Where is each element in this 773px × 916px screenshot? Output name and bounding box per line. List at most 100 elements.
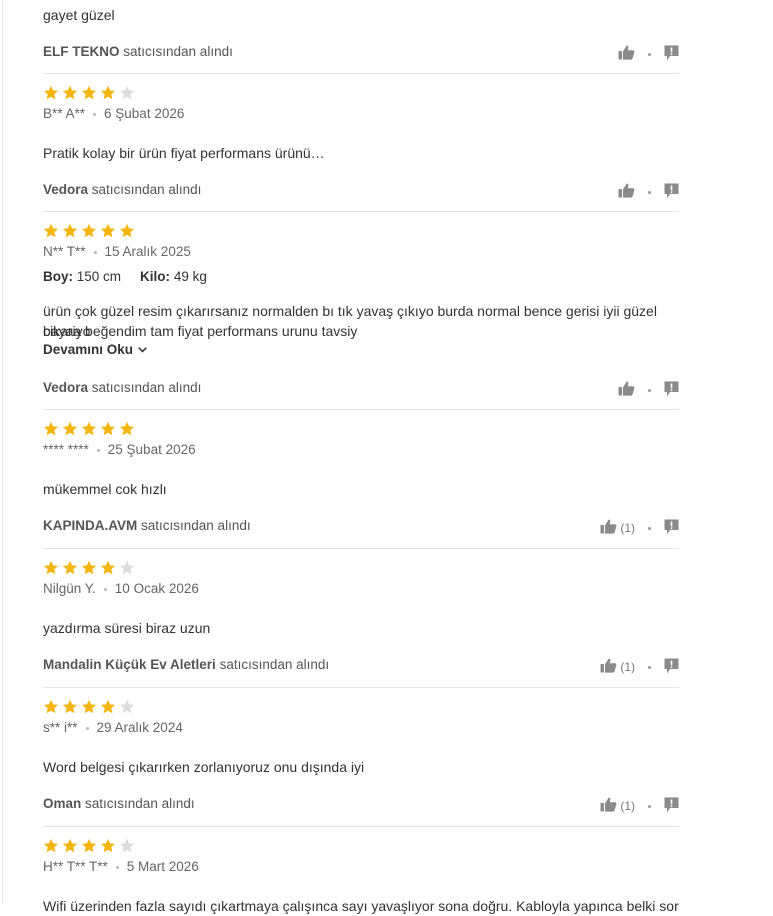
review-comment: Word belgesi çıkarırken zorlanıyoruz onu… (43, 759, 365, 775)
review-date: 29 Aralık 2024 (96, 720, 183, 735)
separator-dot (648, 804, 651, 808)
star-filled-icon (62, 85, 78, 100)
star-filled-icon (43, 560, 59, 575)
star-filled-icon (62, 560, 78, 575)
like-button[interactable]: (1) (600, 797, 635, 815)
separator-dot (648, 52, 651, 56)
seller-suffix: satıcısından alındı (123, 44, 233, 59)
star-filled-icon (81, 838, 97, 853)
star-filled-icon (100, 85, 116, 100)
weight-label: Kilo: (140, 269, 171, 284)
star-filled-icon (81, 699, 97, 714)
review-comment: yazdırma süresi biraz uzun (43, 620, 211, 636)
like-count: (1) (620, 521, 635, 535)
star-filled-icon (100, 421, 116, 436)
author-name: B** A** (43, 106, 86, 121)
review-date: 10 Ocak 2026 (114, 581, 199, 596)
like-count: (1) (620, 799, 635, 813)
divider (43, 826, 679, 827)
review-actions (618, 182, 679, 202)
review-actions: (1) (600, 796, 679, 816)
star-filled-icon (81, 223, 97, 238)
seller-name[interactable]: Vedora (43, 380, 88, 395)
like-button[interactable] (618, 183, 635, 201)
seller-suffix: satıcısından alındı (219, 657, 330, 672)
separator-dot (648, 526, 651, 530)
author-name: s** i** (43, 720, 78, 735)
seller-row: Oman satıcısından alındı (1) (43, 796, 679, 816)
star-filled-icon (119, 421, 135, 436)
star-filled-icon (100, 560, 116, 575)
thumbs-up-icon (600, 519, 617, 537)
seller-row: Vedora satıcısından alındı (43, 380, 679, 400)
review-meta: H** T** T** 5 Mart 2026 (43, 858, 679, 876)
like-button[interactable] (618, 45, 635, 63)
star-filled-icon (43, 699, 59, 714)
report-icon[interactable] (664, 797, 679, 816)
star-empty-icon (119, 85, 135, 100)
read-more-label: Devamını Oku (43, 342, 134, 357)
divider (43, 409, 679, 410)
report-icon[interactable] (664, 45, 679, 64)
star-filled-icon (81, 560, 97, 575)
seller-row: Mandalin Küçük Ev Aletleri satıcısından … (43, 657, 679, 677)
rating-stars (43, 699, 679, 715)
review-actions (618, 380, 679, 400)
separator-dot (648, 190, 651, 194)
seller-name[interactable]: ELF TEKNO (43, 44, 120, 59)
separator-dot (648, 388, 651, 392)
left-border (2, 0, 3, 904)
star-filled-icon (43, 421, 59, 436)
report-icon[interactable] (664, 183, 679, 202)
report-icon[interactable] (664, 381, 679, 400)
author-name: H** T** T** (43, 859, 108, 874)
separator-dot (648, 665, 651, 669)
seller-suffix: satıcısından alındı (91, 182, 202, 197)
seller-name[interactable]: Vedora (43, 182, 88, 197)
star-filled-icon (119, 223, 135, 238)
seller-name[interactable]: Oman (43, 796, 81, 811)
star-empty-icon (119, 838, 135, 853)
seller-row: KAPINDA.AVM satıcısından alındı (1) (43, 518, 679, 538)
review-date: 6 Şubat 2026 (104, 106, 185, 121)
star-filled-icon (100, 223, 116, 238)
thumbs-up-icon (618, 45, 635, 63)
weight-value: 49 kg (173, 269, 207, 284)
review-date: 5 Mart 2026 (126, 859, 199, 874)
review-meta: **** **** 25 Şubat 2026 (43, 441, 679, 459)
star-filled-icon (62, 838, 78, 853)
seller-row: ELF TEKNO satıcısından alındı (43, 44, 679, 64)
like-button[interactable] (618, 381, 635, 399)
chevron-down-icon (138, 347, 147, 353)
review-date: 25 Şubat 2026 (107, 442, 196, 457)
divider (43, 687, 679, 688)
meta-separator (115, 865, 119, 869)
thumbs-up-icon (618, 183, 635, 201)
report-icon[interactable] (664, 658, 679, 677)
like-button[interactable]: (1) (600, 519, 635, 537)
review-actions: (1) (600, 518, 679, 538)
divider (43, 73, 679, 74)
star-filled-icon (81, 421, 97, 436)
star-filled-icon (100, 699, 116, 714)
author-name: Nilgün Y. (43, 581, 96, 596)
seller-name[interactable]: KAPINDA.AVM (43, 518, 137, 533)
review-comment: Wifi üzerinden fazla sayıdı çıkartmaya ç… (43, 898, 679, 914)
review-comment: Pratik kolay bir ürün fiyat performans ü… (43, 145, 325, 161)
seller-suffix: satıcısından alındı (91, 380, 202, 395)
review-meta: s** i** 29 Aralık 2024 (43, 719, 679, 737)
rating-stars (43, 560, 679, 576)
review-actions: (1) (600, 657, 679, 677)
star-filled-icon (43, 85, 59, 100)
report-icon[interactable] (664, 519, 679, 538)
seller-name[interactable]: Mandalin Küçük Ev Aletleri (43, 657, 216, 672)
author-name: N** T** (43, 244, 86, 259)
height-label: Boy: (43, 269, 73, 284)
height-info: Boy: 150 cm (43, 269, 121, 284)
weight-info: Kilo: 49 kg (140, 269, 207, 284)
read-more-link[interactable]: Devamını Oku (43, 342, 679, 357)
seller-suffix: satıcısından alındı (141, 518, 251, 533)
thumbs-up-icon (600, 797, 617, 815)
like-button[interactable]: (1) (600, 658, 635, 676)
star-filled-icon (100, 838, 116, 853)
